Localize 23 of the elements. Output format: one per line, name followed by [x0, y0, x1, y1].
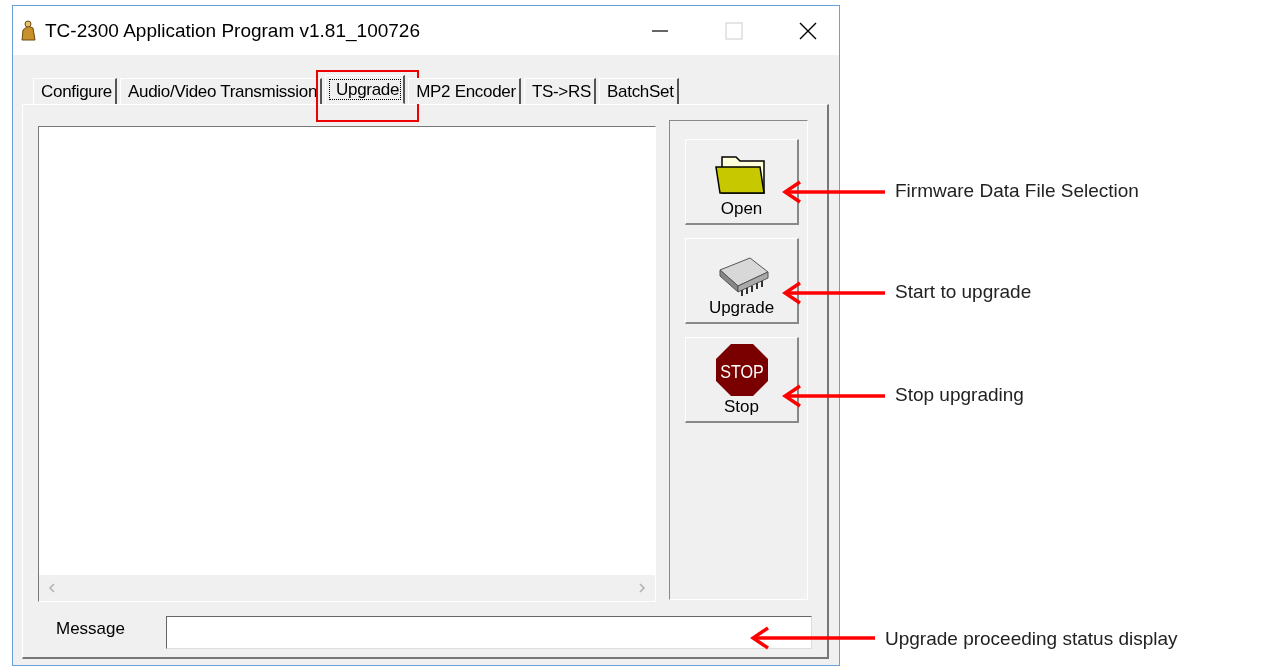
toolbar-button[interactable]: Open [685, 139, 799, 225]
tab[interactable]: Configure [33, 78, 117, 104]
maximize-icon[interactable] [725, 21, 743, 40]
tab[interactable]: Upgrade [325, 75, 406, 104]
annotation-label: Upgrade proceeding status display [885, 628, 1178, 650]
annotation-label: Start to upgrade [895, 281, 1032, 303]
window-title: TC-2300 Application Program v1.81_100726 [45, 19, 420, 42]
toolbar-button[interactable]: Upgrade [685, 238, 799, 324]
annotation-label: Stop upgrading [895, 384, 1024, 406]
scroll-right-icon[interactable] [637, 582, 647, 594]
tab[interactable]: MP2 Encoder [408, 78, 521, 104]
toolbar-button[interactable]: STOP Stop [685, 337, 799, 423]
stop-sign-icon: STOP [714, 343, 769, 397]
tab[interactable]: TS->RS [523, 78, 597, 104]
annotation-label: Firmware Data File Selection [895, 180, 1139, 202]
message-field[interactable] [165, 616, 812, 649]
scroll-left-icon[interactable] [47, 582, 57, 594]
app-icon [19, 19, 39, 42]
close-icon[interactable] [799, 21, 817, 40]
tab[interactable]: BatchSet [599, 78, 679, 104]
message-label: Message [55, 618, 126, 639]
scrollbar[interactable] [39, 575, 655, 601]
tab[interactable]: Audio/Video Transmission [120, 78, 323, 104]
